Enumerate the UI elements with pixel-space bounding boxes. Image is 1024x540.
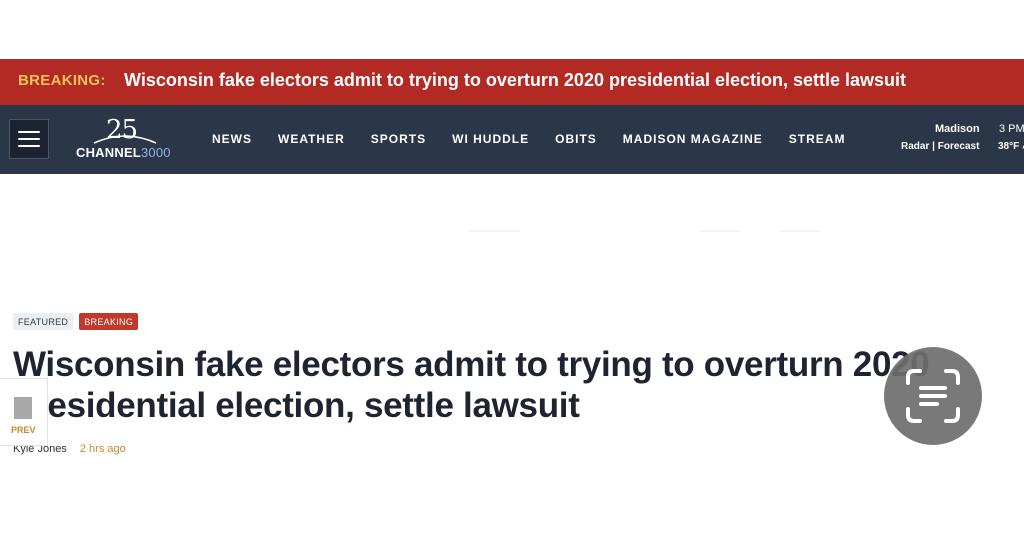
nav-link-stream[interactable]: STREAM bbox=[789, 132, 846, 146]
hamburger-menu-icon bbox=[18, 131, 40, 133]
breaking-headline-link[interactable]: Wisconsin fake electors admit to trying … bbox=[124, 70, 906, 91]
faint-divider bbox=[470, 230, 520, 232]
nav-links: NEWS WEATHER SPORTS WI HUDDLE OBITS MADI… bbox=[212, 132, 845, 146]
menu-button[interactable] bbox=[9, 119, 49, 159]
article-title: Wisconsin fake electors admit to trying … bbox=[13, 345, 930, 425]
logo-arc-icon bbox=[93, 135, 157, 144]
tag-breaking[interactable]: BREAKING bbox=[79, 313, 139, 330]
nav-link-weather[interactable]: WEATHER bbox=[278, 132, 345, 146]
breaking-news-bar[interactable]: BREAKING: Wisconsin fake electors admit … bbox=[0, 59, 1024, 105]
radar-link[interactable]: Radar bbox=[901, 141, 929, 152]
text-scan-button[interactable] bbox=[884, 347, 982, 445]
main-navbar: 25 CHANNEL3000 NEWS WEATHER SPORTS WI HU… bbox=[0, 105, 1024, 174]
weather-temp: 38°F bbox=[998, 141, 1024, 152]
text-scan-icon bbox=[906, 369, 960, 423]
prev-label: PREV bbox=[11, 425, 36, 435]
nav-link-news[interactable]: NEWS bbox=[212, 132, 252, 146]
nav-link-sports[interactable]: SPORTS bbox=[371, 132, 426, 146]
faint-divider bbox=[780, 230, 820, 232]
article-tags: FEATURED BREAKING bbox=[13, 313, 139, 330]
nav-link-wi-huddle[interactable]: WI HUDDLE bbox=[452, 132, 529, 146]
weather-time: 3 PM bbox=[999, 123, 1024, 135]
channel3000-logo[interactable]: 25 CHANNEL3000 bbox=[76, 117, 180, 163]
weather-links: Radar | Forecast bbox=[901, 141, 980, 152]
time-ago: 2 hrs ago bbox=[79, 443, 126, 455]
nav-link-obits[interactable]: OBITS bbox=[555, 132, 597, 146]
tag-featured[interactable]: FEATURED bbox=[13, 313, 74, 330]
logo-wordmark: CHANNEL3000 bbox=[76, 145, 171, 160]
faint-divider bbox=[700, 230, 740, 232]
breaking-label: BREAKING: bbox=[18, 72, 106, 89]
forecast-link[interactable]: Forecast bbox=[938, 141, 980, 152]
weather-city: Madison bbox=[935, 123, 980, 135]
nav-link-madison-magazine[interactable]: MADISON MAGAZINE bbox=[623, 132, 763, 146]
prev-article-tab[interactable]: PREV bbox=[0, 378, 48, 446]
prev-thumbnail bbox=[14, 397, 32, 419]
